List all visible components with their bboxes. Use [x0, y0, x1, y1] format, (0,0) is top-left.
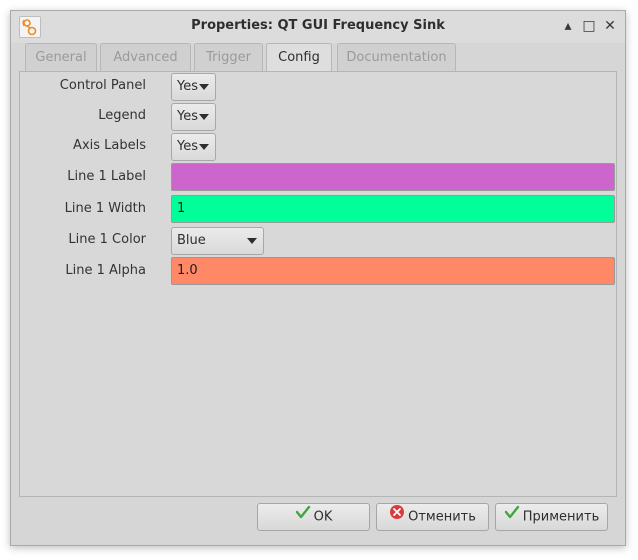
tab-general[interactable]: General	[25, 43, 97, 71]
ok-button[interactable]: OK	[257, 503, 370, 531]
line1-color-value: Blue	[177, 233, 206, 248]
line1-label-label: Line 1 Label	[67, 169, 146, 184]
properties-dialog: Properties: QT GUI Frequency Sink ▴ □ ✕ …	[10, 10, 626, 546]
window-title: Properties: QT GUI Frequency Sink	[191, 18, 445, 33]
close-icon[interactable]: ✕	[601, 17, 619, 35]
button-bar: OK Отменить Применить	[11, 501, 625, 541]
line1-alpha-label: Line 1 Alpha	[65, 263, 146, 278]
checkmark-icon	[504, 504, 520, 530]
tab-advanced[interactable]: Advanced	[100, 43, 191, 71]
chevron-down-icon	[247, 238, 257, 244]
legend-label: Legend	[98, 108, 146, 123]
line1-color-label: Line 1 Color	[68, 232, 146, 247]
apply-label: Применить	[522, 509, 600, 525]
control-panel-label: Control Panel	[59, 78, 146, 93]
chevron-down-icon	[199, 84, 209, 90]
legend-value: Yes	[177, 109, 198, 124]
control-panel-select[interactable]: Yes	[171, 73, 216, 101]
tab-trigger[interactable]: Trigger	[194, 43, 263, 71]
axis-labels-value: Yes	[177, 139, 198, 154]
minimize-icon[interactable]: ▴	[559, 17, 577, 35]
line1-color-select[interactable]: Blue	[171, 227, 264, 255]
legend-select[interactable]: Yes	[171, 103, 216, 131]
tab-config[interactable]: Config	[266, 43, 332, 73]
cancel-icon	[389, 504, 405, 530]
title-bar[interactable]: Properties: QT GUI Frequency Sink ▴ □ ✕	[11, 11, 625, 43]
apply-button[interactable]: Применить	[495, 503, 608, 531]
control-panel-value: Yes	[177, 79, 198, 94]
axis-labels-label: Axis Labels	[73, 138, 146, 153]
line1-label-input[interactable]	[171, 163, 615, 191]
line1-width-input[interactable]: 1	[171, 195, 615, 223]
chevron-down-icon	[199, 114, 209, 120]
axis-labels-select[interactable]: Yes	[171, 133, 216, 161]
tab-documentation[interactable]: Documentation	[337, 43, 456, 71]
line1-width-label: Line 1 Width	[64, 201, 146, 216]
maximize-icon[interactable]: □	[580, 17, 598, 35]
config-panel: Control Panel Yes Legend Yes Axis Labels…	[19, 71, 617, 497]
line1-alpha-input[interactable]: 1.0	[171, 257, 615, 285]
ok-label: OK	[313, 509, 333, 525]
cancel-button[interactable]: Отменить	[376, 503, 489, 531]
checkmark-icon	[295, 504, 311, 530]
chevron-down-icon	[199, 144, 209, 150]
cancel-label: Отменить	[408, 509, 476, 525]
